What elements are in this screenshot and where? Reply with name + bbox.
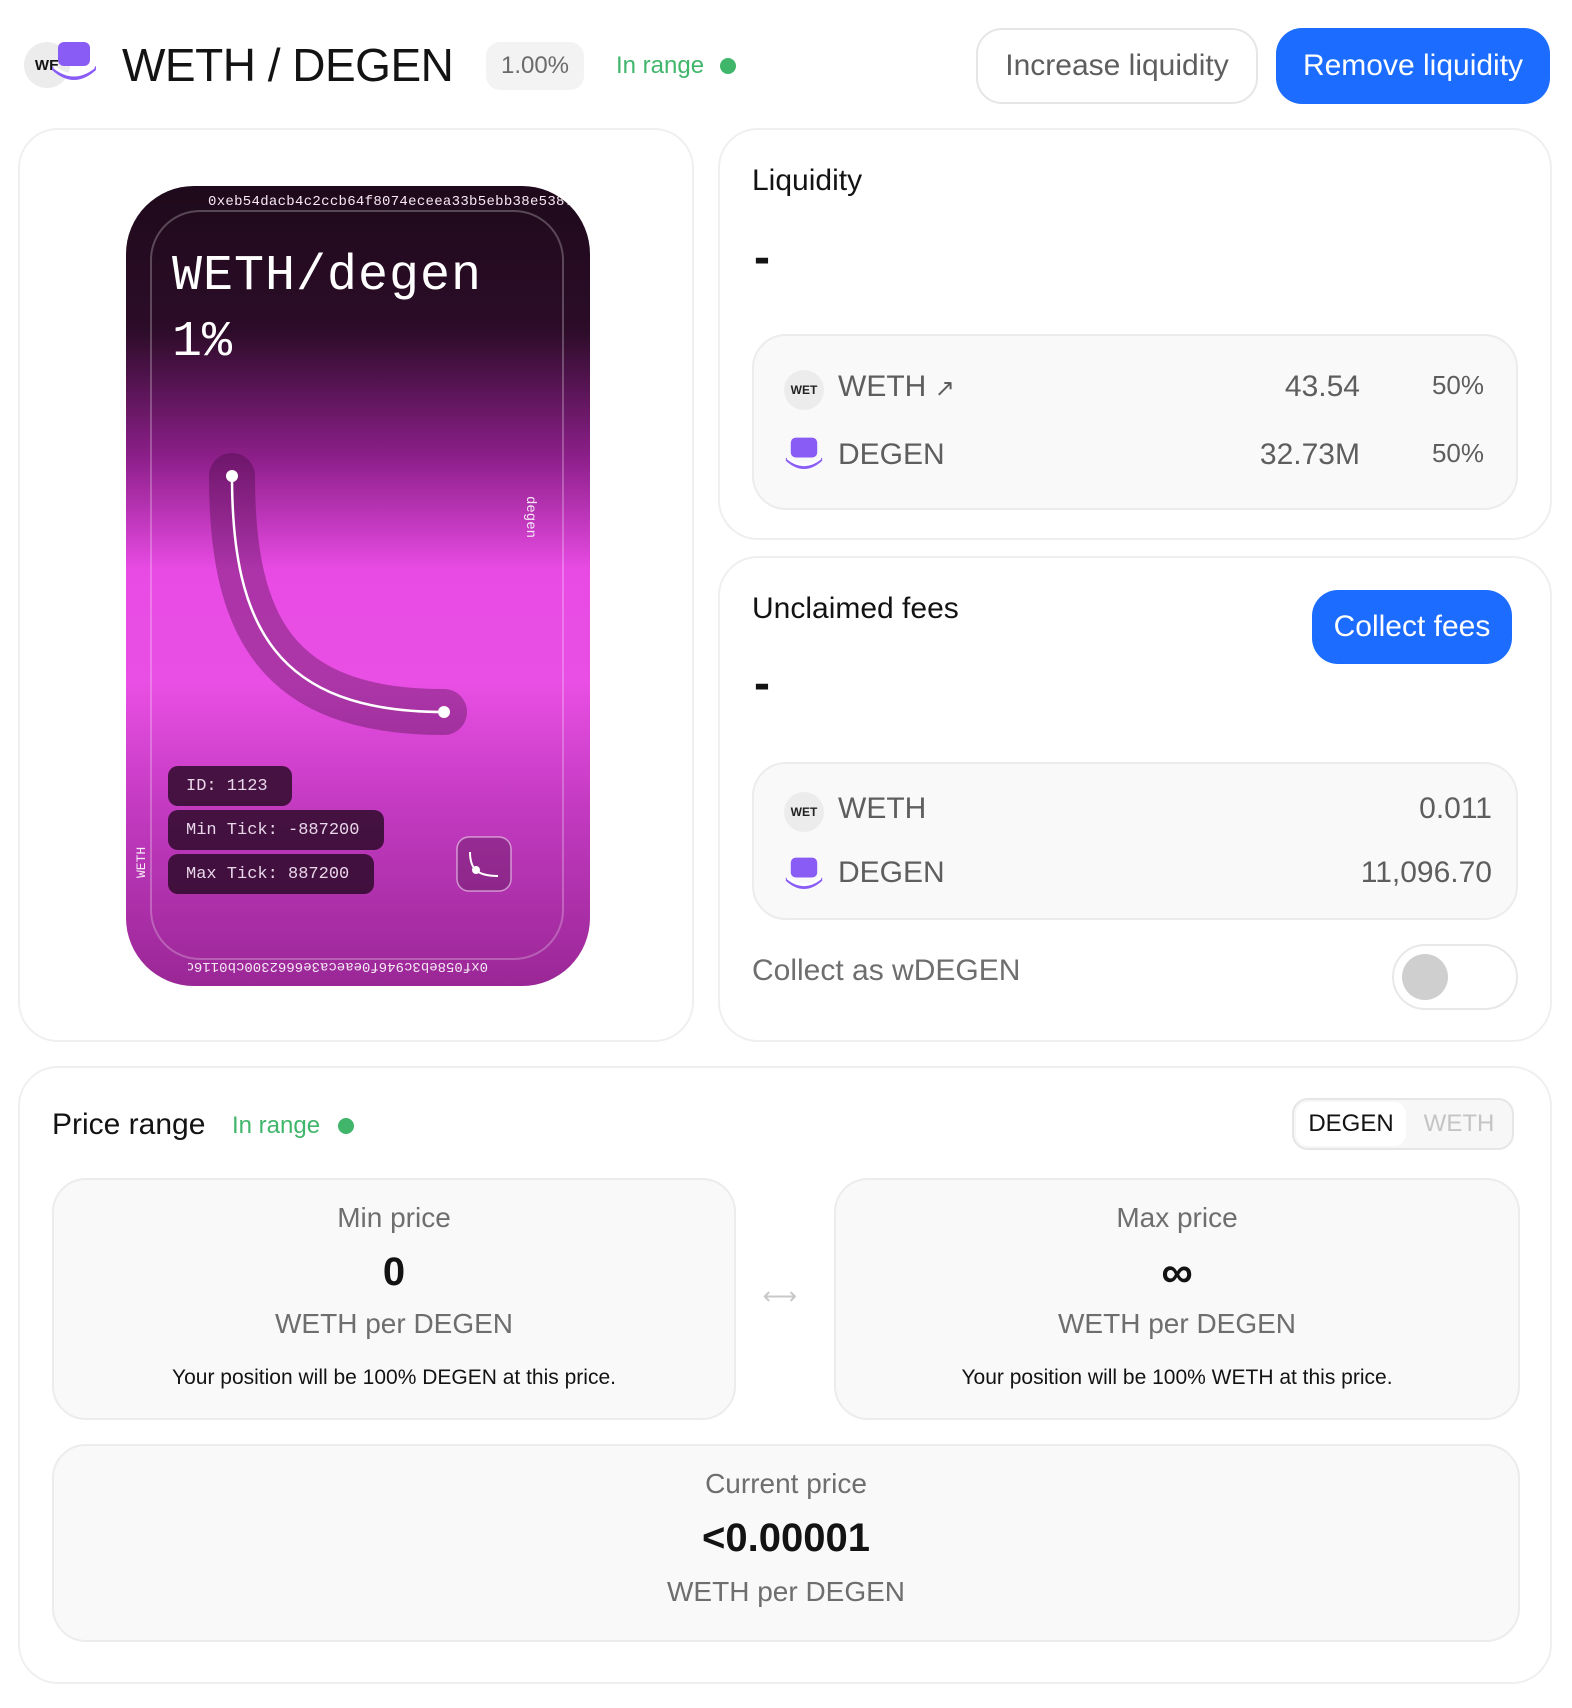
- token-amount: 11,096.70: [1360, 856, 1492, 889]
- nft-mini-curve-icon: [456, 836, 512, 892]
- token-name: DEGEN: [838, 438, 945, 471]
- min-price-value: 0: [382, 1250, 406, 1294]
- nft-max-tick-text: Max Tick: 887200: [186, 864, 350, 884]
- list-item: DEGEN 32.73M 50%: [784, 430, 1494, 480]
- weth-badge-text: WET: [790, 383, 818, 397]
- toggle-knob: [1402, 954, 1448, 1000]
- token-percent-badge: 50%: [1431, 370, 1484, 400]
- list-item: DEGEN 11,096.70: [784, 850, 1494, 900]
- nft-max-tick-chip: Max Tick: 887200: [168, 854, 374, 894]
- weth-badge-icon: WET: [784, 370, 824, 410]
- weth-token-link[interactable]: WETH ↗: [838, 370, 955, 404]
- price-range-card: Price range In range DEGEN WETH Min pric…: [18, 1066, 1552, 1684]
- collect-as-toggle[interactable]: [1392, 944, 1518, 1010]
- nft-id-chip: ID: 1123: [168, 766, 292, 806]
- list-item: WET WETH 0.011: [784, 786, 1494, 836]
- arrow-up-right-icon: ↗: [934, 375, 955, 402]
- fees-value: -: [754, 657, 770, 710]
- pair-logo: WE: [24, 40, 98, 90]
- collect-as-label: Collect as wDEGEN: [752, 954, 1021, 987]
- nft-id-text: ID: 1123: [186, 776, 268, 796]
- min-price-label: Min price: [337, 1202, 451, 1233]
- liquidity-title: Liquidity: [752, 164, 863, 197]
- nft-min-tick-chip: Min Tick: -887200: [168, 810, 384, 850]
- token-name: WETH: [838, 370, 927, 403]
- fee-tier-badge: 1.00%: [486, 42, 584, 90]
- min-price-panel: Min price 0 WETH per DEGEN Your position…: [52, 1178, 736, 1420]
- range-status-dot: [720, 58, 736, 74]
- max-price-label: Max price: [1116, 1202, 1238, 1233]
- degen-hat-icon: [52, 42, 96, 80]
- denomination-weth-option[interactable]: WETH: [1406, 1102, 1512, 1146]
- max-price-unit: WETH per DEGEN: [1057, 1308, 1297, 1339]
- header: WE WETH / DEGEN 1.00% In range Increase …: [0, 0, 1572, 120]
- unclaimed-fees-card: Unclaimed fees Collect fees - WET WETH 0…: [718, 556, 1552, 1042]
- token-name: DEGEN: [838, 856, 945, 889]
- min-price-note: Your position will be 100% DEGEN at this…: [172, 1366, 616, 1389]
- price-range-status-text: In range: [232, 1112, 321, 1139]
- current-price-panel: Current price <0.00001 WETH per DEGEN: [52, 1444, 1520, 1642]
- max-price-panel: Max price ∞ WETH per DEGEN Your position…: [834, 1178, 1520, 1420]
- double-arrow-icon: ⟷: [762, 1283, 798, 1310]
- token-amount: 43.54: [1284, 370, 1360, 403]
- page-title: WETH / DEGEN: [122, 39, 454, 91]
- price-range-status-dot: [338, 1118, 354, 1134]
- weth-badge-text: WET: [790, 805, 818, 819]
- max-price-value: ∞: [1161, 1248, 1193, 1297]
- range-status-text: In range: [616, 52, 705, 79]
- position-nft-image[interactable]: 0xeb54dacb4c2ccb64f8074eceea33b5ebb38e53…: [126, 186, 590, 986]
- degen-hat-icon: [785, 857, 823, 890]
- liquidity-value: -: [754, 231, 770, 284]
- denomination-degen-option[interactable]: DEGEN: [1296, 1102, 1406, 1146]
- position-nft-card: 0xeb54dacb4c2ccb64f8074eceea33b5ebb38e53…: [18, 128, 694, 1042]
- token-amount: 32.73M: [1259, 438, 1360, 471]
- price-range-title: Price range: [52, 1108, 206, 1141]
- current-price-unit: WETH per DEGEN: [666, 1576, 906, 1607]
- remove-liquidity-button[interactable]: Remove liquidity: [1276, 28, 1550, 104]
- list-item: WET WETH ↗ 43.54 50%: [784, 364, 1494, 414]
- price-denomination-toggle: DEGEN WETH: [1292, 1098, 1514, 1150]
- token-percent-badge: 50%: [1431, 438, 1484, 468]
- weth-badge-icon: WET: [784, 792, 824, 832]
- current-price-label: Current price: [705, 1468, 867, 1499]
- min-price-unit: WETH per DEGEN: [274, 1308, 514, 1339]
- token-name: WETH: [838, 792, 927, 825]
- token-amount: 0.011: [1419, 792, 1492, 825]
- liquidity-card: Liquidity - WET WETH ↗ 43.54 50% DEGEN 3…: [718, 128, 1552, 540]
- current-price-value: <0.00001: [702, 1516, 870, 1560]
- max-price-note: Your position will be 100% WETH at this …: [961, 1366, 1393, 1389]
- fees-token-breakdown: WET WETH 0.011 DEGEN 11,096.70: [752, 762, 1518, 920]
- fees-title: Unclaimed fees: [752, 592, 959, 625]
- collect-fees-button[interactable]: Collect fees: [1312, 590, 1512, 664]
- liquidity-token-breakdown: WET WETH ↗ 43.54 50% DEGEN 32.73M 50%: [752, 334, 1518, 510]
- degen-hat-icon: [785, 437, 823, 470]
- nft-min-tick-text: Min Tick: -887200: [186, 820, 360, 840]
- increase-liquidity-button[interactable]: Increase liquidity: [976, 28, 1258, 104]
